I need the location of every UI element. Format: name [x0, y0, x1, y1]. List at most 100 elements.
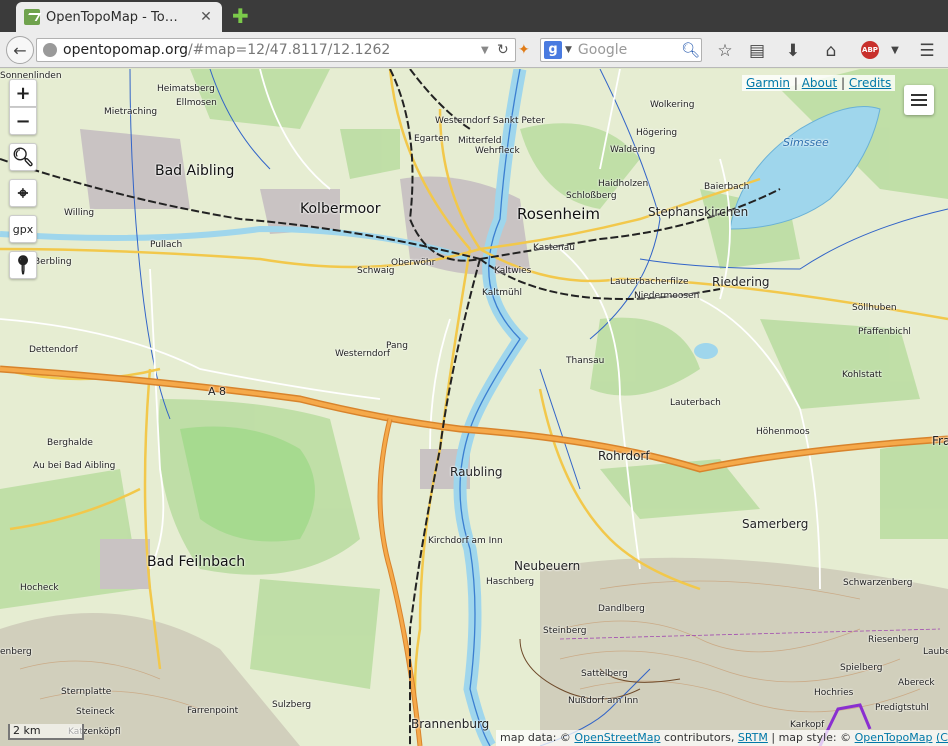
place-label: Kohlstatt [842, 370, 882, 380]
attribution: map data: © OpenStreetMap contributors, … [496, 730, 948, 746]
place-label: Mietraching [104, 107, 158, 117]
map-canvas [0, 69, 948, 746]
place-label: Westerndorf Sankt Peter [435, 116, 545, 126]
back-button[interactable]: ← [6, 36, 34, 64]
place-label: Söllhuben [852, 303, 897, 313]
layers-menu-button[interactable] [904, 85, 934, 115]
garmin-link[interactable]: Garmin [746, 76, 790, 90]
opentopomap-link[interactable]: OpenTopoMap [855, 731, 933, 744]
bookmark-star-icon[interactable]: ☆ [714, 40, 736, 62]
place-label: Kastenau [533, 243, 575, 253]
place-label: Waldering [610, 145, 656, 155]
place-label: Fras [932, 434, 948, 448]
place-label: A 8 [208, 385, 227, 398]
engine-dropdown-icon[interactable]: ▼ [565, 45, 572, 55]
place-label: Wolkering [650, 100, 695, 110]
place-label: Oberwöhr [391, 258, 436, 268]
place-label: Bad Aibling [155, 163, 235, 179]
place-label: Thansau [566, 356, 605, 366]
place-label: Neubeuern [514, 559, 581, 573]
search-placeholder: Google [577, 42, 628, 58]
place-label: Dandlberg [598, 604, 645, 614]
url-bar[interactable]: opentopomap.org/#map=12/47.8117/12.1262 … [36, 38, 516, 62]
place-label: Westerndorf [335, 349, 390, 359]
reload-icon[interactable]: ↻ [497, 42, 515, 58]
place-label: Willing [64, 208, 95, 218]
hamburger-menu-icon[interactable]: ☰ [916, 40, 938, 62]
osm-link[interactable]: OpenStreetMap [574, 731, 660, 744]
srtm-link[interactable]: SRTM [738, 731, 768, 744]
place-label: Steinberg [543, 626, 587, 636]
place-label: Wehrfleck [475, 146, 520, 156]
browser-tab[interactable]: OpenTopoMap - To… ✕ [16, 2, 222, 32]
gpx-button[interactable]: gpx [9, 215, 37, 243]
place-label: Pfaffenbichl [858, 327, 911, 337]
place-label: Högering [636, 128, 678, 138]
place-label: Höhenmoos [756, 427, 810, 437]
crosshair-icon: ⌖ [17, 182, 29, 204]
place-label: Dettendorf [29, 345, 78, 355]
place-label: Steineck [76, 707, 115, 717]
place-label: enberg [0, 647, 32, 657]
url-host: opentopomap.org [63, 42, 188, 58]
search-bar[interactable]: g ▼ Google 🔍︎ [540, 38, 702, 62]
tab-close-icon[interactable]: ✕ [198, 9, 214, 25]
new-tab-icon[interactable]: ✚ [232, 6, 249, 26]
opentopomap-favicon-icon [24, 9, 40, 25]
tab-title: OpenTopoMap - To… [46, 9, 178, 25]
place-label: Laube [923, 647, 948, 657]
place-label: Hocheck [20, 583, 59, 593]
locate-button[interactable]: ⌖ [9, 179, 37, 207]
place-label: Spielberg [840, 663, 883, 673]
about-link[interactable]: About [802, 76, 837, 90]
place-label: Kaltwies [494, 266, 532, 276]
navigation-toolbar: ← opentopomap.org/#map=12/47.8117/12.126… [0, 32, 948, 68]
place-label: Lauterbacherfilze [610, 277, 689, 287]
url-text: opentopomap.org/#map=12/47.8117/12.1262 [63, 42, 481, 58]
place-label: Rosenheim [517, 205, 600, 223]
download-icon[interactable]: ⬇ [782, 40, 804, 62]
topo-map[interactable]: Bad Aibling Kolbermoor Rosenheim Stephan… [0, 69, 948, 746]
map-pin-icon: 📍︎ [11, 254, 35, 276]
place-label: Nußdorf am Inn [568, 696, 639, 706]
place-label: Kolbermoor [300, 201, 381, 217]
place-label: Kaltmühl [482, 288, 522, 298]
home-icon[interactable]: ⌂ [820, 40, 842, 62]
place-label: Ellmosen [176, 98, 217, 108]
adblock-icon[interactable]: ABP [861, 41, 879, 59]
place-label: Sattelberg [581, 669, 628, 679]
place-label: Lauterbach [670, 398, 721, 408]
license-link[interactable]: (CC-BY-SA) [936, 731, 948, 744]
search-icon[interactable]: 🔍︎ [681, 41, 701, 59]
credits-link[interactable]: Credits [849, 76, 891, 90]
search-map-button[interactable]: 🔍︎ [9, 143, 37, 171]
place-label: Berghalde [47, 438, 93, 448]
place-label: Riedering [712, 275, 770, 289]
place-label: Pang [386, 341, 408, 351]
place-label: Samerberg [742, 517, 809, 531]
adblock-dropdown-icon[interactable]: ▼ [884, 40, 906, 62]
reading-list-icon[interactable]: ▤ [746, 40, 768, 62]
top-links: Garmin | About | Credits [742, 75, 896, 91]
attribution-prefix: map data: © [500, 731, 571, 744]
place-label: Pullach [150, 240, 183, 250]
back-arrow-icon: ← [13, 40, 27, 60]
zoom-in-button[interactable]: + [9, 79, 37, 107]
place-label: Bad Feilnbach [147, 554, 246, 570]
url-dropdown-icon[interactable]: ▼ [481, 45, 497, 56]
place-label: Berbling [34, 257, 72, 267]
place-label: Haidholzen [598, 179, 649, 189]
attribution-mid: contributors, [663, 731, 735, 744]
zoom-out-button[interactable]: − [9, 107, 37, 135]
place-label: Predigtstuhl [875, 703, 929, 713]
place-label: Riesenberg [868, 635, 919, 645]
marker-button[interactable]: 📍︎ [9, 251, 37, 279]
place-label: Sternplatte [61, 687, 112, 697]
attribution-style: | map style: © [771, 731, 852, 744]
url-path: /#map=12/47.8117/12.1262 [187, 42, 391, 58]
place-label: Schloßberg [566, 191, 617, 201]
place-label: Egarten [414, 134, 450, 144]
extension-icon[interactable]: ✦ [518, 42, 534, 58]
google-engine-icon[interactable]: g [544, 41, 562, 59]
link-separator: | [793, 76, 798, 90]
